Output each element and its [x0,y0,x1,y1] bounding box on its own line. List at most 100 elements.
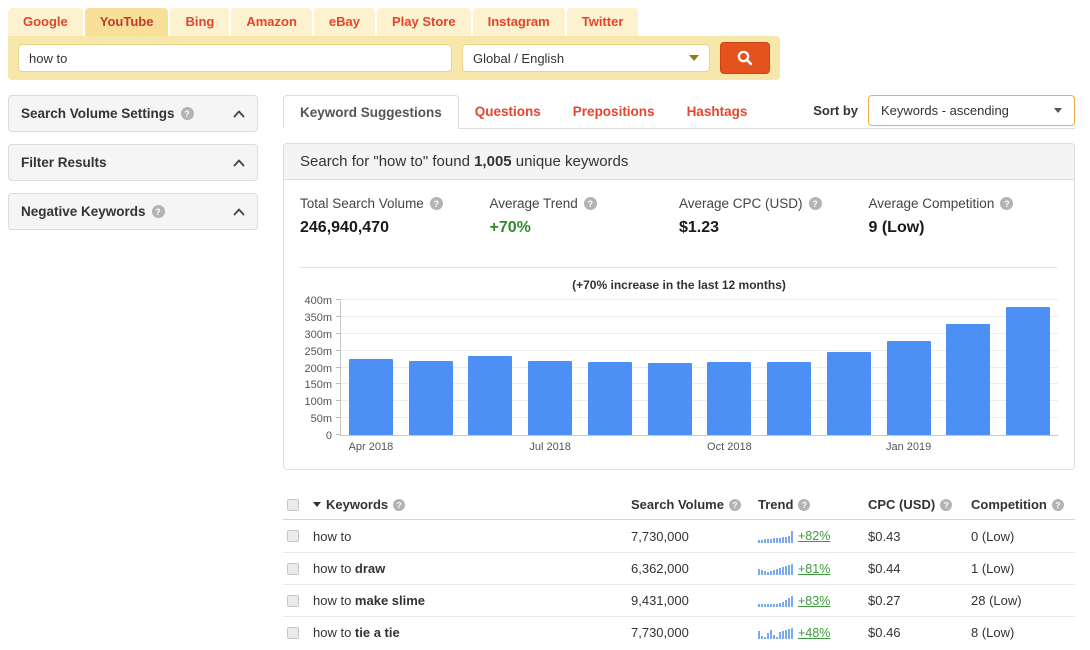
chart-bar [827,352,871,435]
search-volume-cell: 6,362,000 [631,561,758,576]
sidebar-panel-filter-results[interactable]: Filter Results [8,144,258,181]
row-checkbox[interactable] [287,530,299,542]
results-count: 1,005 [474,153,512,170]
help-icon[interactable]: ? [809,197,822,210]
platform-tab-google[interactable]: Google [8,8,83,36]
plot-area: Apr 2018Jul 2018Oct 2018Jan 2019 [340,301,1058,436]
trend-percent-link[interactable]: +81% [798,562,830,576]
header-trend[interactable]: Trend ? [758,497,868,512]
search-volume-cell: 7,730,000 [631,625,758,640]
tab-prepositions[interactable]: Prepositions [557,95,671,128]
row-checkbox[interactable] [287,563,299,575]
row-checkbox[interactable] [287,595,299,607]
search-volume-cell: 9,431,000 [631,593,758,608]
panel-label: Negative Keywords [21,204,146,219]
trend-percent-link[interactable]: +48% [798,626,830,640]
select-all-checkbox[interactable] [287,499,299,511]
keyword-bold: tie a tie [355,625,400,640]
trend-chart: (+70% increase in the last 12 months) 05… [284,268,1074,469]
chart-bar [349,359,393,435]
y-axis-label: 350m [304,312,332,324]
help-icon[interactable]: ? [729,499,741,511]
y-axis-label: 200m [304,363,332,375]
sidebar-panel-negative-keywords[interactable]: Negative Keywords? [8,193,258,230]
header-search-volume[interactable]: Search Volume ? [631,497,758,512]
help-icon[interactable]: ? [584,197,597,210]
chart-bar [528,361,572,435]
stat-label: Total Search Volume? [300,196,490,211]
tab-hashtags[interactable]: Hashtags [671,95,764,128]
header-cpc[interactable]: CPC (USD) ? [868,497,971,512]
y-axis-tick [336,299,341,300]
x-axis-label: Jan 2019 [886,441,931,453]
platform-tab-bing[interactable]: Bing [170,8,229,36]
platform-tab-instagram[interactable]: Instagram [473,8,565,36]
header-cpc-label: CPC (USD) [868,497,935,512]
competition-cell: 0 (Low) [971,529,1075,544]
platform-tab-twitter[interactable]: Twitter [567,8,639,36]
chart-bar [1006,307,1050,435]
x-axis-label: Jul 2018 [529,441,571,453]
header-trend-label: Trend [758,497,793,512]
chevron-down-icon [1054,108,1062,113]
stat-label-text: Average Competition [869,196,995,211]
row-checkbox[interactable] [287,627,299,639]
sidebar-panel-search-volume-settings[interactable]: Search Volume Settings? [8,95,258,132]
stat-label-text: Average Trend [490,196,578,211]
platform-tab-youtube[interactable]: YouTube [85,8,169,36]
y-axis-label: 50m [311,413,332,425]
region-language-select[interactable]: Global / English [462,44,710,72]
help-icon[interactable]: ? [181,107,194,120]
main-panel: Keyword SuggestionsQuestionsPrepositions… [283,95,1075,648]
sort-by-control: Sort by Keywords - ascending [813,95,1075,126]
table-row: how to tie a tie7,730,000+48%$0.468 (Low… [283,616,1075,648]
help-icon[interactable]: ? [393,499,405,511]
cpc-cell: $0.44 [868,561,971,576]
platform-tab-play-store[interactable]: Play Store [377,8,471,36]
y-axis-label: 100m [304,396,332,408]
help-icon[interactable]: ? [1052,499,1064,511]
y-axis-label: 400m [304,295,332,307]
help-icon[interactable]: ? [1000,197,1013,210]
chart-title: (+70% increase in the last 12 months) [300,278,1058,292]
tab-questions[interactable]: Questions [459,95,557,128]
x-axis-label: Oct 2018 [707,441,752,453]
gridline [341,299,1058,300]
table-header-row: Keywords ? Search Volume ? Trend ? CPC (… [283,490,1075,520]
keyword-bold: make slime [355,593,425,608]
keyword-search-input[interactable] [18,44,452,72]
stat-label: Average CPC (USD)? [679,196,869,211]
panel-label: Search Volume Settings [21,106,175,121]
trend-sparkline-icon [758,626,793,639]
search-bar: Global / English [8,36,780,80]
trend-cell: +83% [758,594,868,608]
stat-label: Average Competition? [869,196,1059,211]
search-volume-cell: 7,730,000 [631,529,758,544]
stat-average-cpc-usd: Average CPC (USD)?$1.23 [679,196,869,237]
x-axis-label: Apr 2018 [349,441,394,453]
chevron-up-icon [233,208,245,216]
platform-tab-ebay[interactable]: eBay [314,8,375,36]
help-icon[interactable]: ? [430,197,443,210]
tab-keyword-suggestions[interactable]: Keyword Suggestions [283,95,459,129]
keyword-prefix: how to [313,561,355,576]
platform-tab-bar: GoogleYouTubeBingAmazoneBayPlay StoreIns… [8,8,1075,36]
help-icon[interactable]: ? [798,499,810,511]
header-keywords[interactable]: Keywords ? [313,497,631,512]
header-competition[interactable]: Competition ? [971,497,1075,512]
chart-bar [946,324,990,435]
trend-percent-link[interactable]: +82% [798,529,830,543]
help-icon[interactable]: ? [152,205,165,218]
search-button[interactable] [720,42,770,74]
help-icon[interactable]: ? [940,499,952,511]
y-axis-tick [336,417,341,418]
y-axis-tick [336,333,341,334]
main-tab-bar: Keyword SuggestionsQuestionsPrepositions… [283,95,1075,129]
trend-percent-link[interactable]: +83% [798,594,830,608]
gridline [341,316,1058,317]
platform-tab-amazon[interactable]: Amazon [231,8,312,36]
keyword-prefix: how to [313,625,355,640]
chart-bar [588,362,632,435]
y-axis-tick [336,383,341,384]
sort-select[interactable]: Keywords - ascending [868,95,1075,126]
